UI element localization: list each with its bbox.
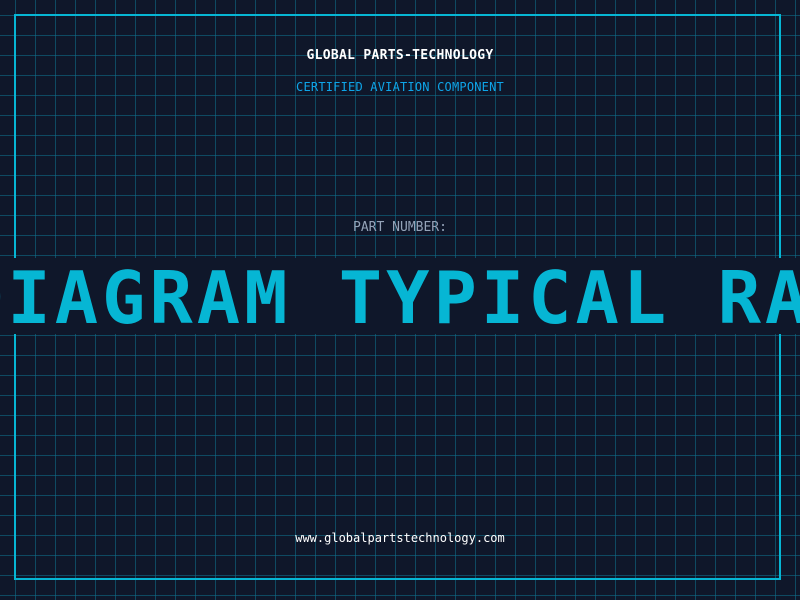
part-number-label: PART NUMBER: <box>353 220 447 235</box>
certification-subtitle: CERTIFIED AVIATION COMPONENT <box>296 80 504 94</box>
part-number-band: DIAGRAM TYPICAL RADAR <box>0 258 800 334</box>
website-url: www.globalpartstechnology.com <box>295 531 505 545</box>
company-name: GLOBAL PARTS-TECHNOLOGY <box>306 48 494 63</box>
part-number-value: DIAGRAM TYPICAL RADAR <box>0 258 800 334</box>
certificate-canvas: GLOBAL PARTS-TECHNOLOGY CERTIFIED AVIATI… <box>0 0 800 600</box>
